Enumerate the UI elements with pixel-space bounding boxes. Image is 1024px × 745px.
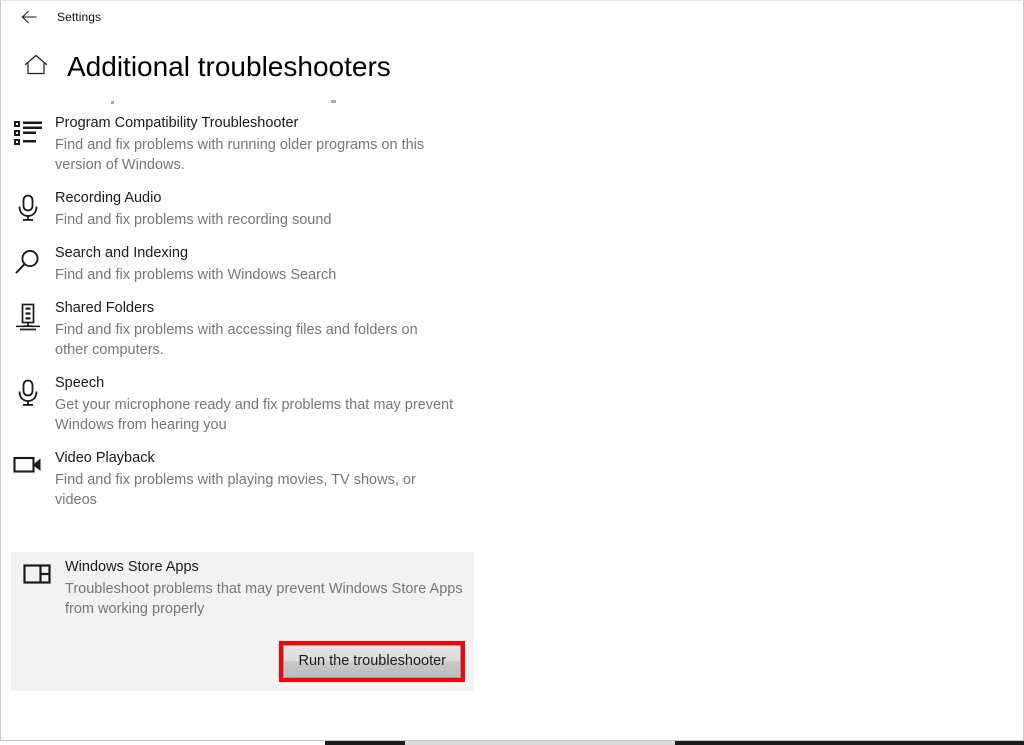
troubleshooter-description: Find and fix problems with running older… — [55, 137, 425, 173]
highlight-annotation-rectangle: Run the troubleshooter — [279, 641, 465, 682]
troubleshooter-text: Program Compatibility Troubleshooter Fin… — [45, 114, 454, 175]
troubleshooter-title: Shared Folders — [55, 300, 155, 316]
troubleshooter-list: Program Compatibility Troubleshooter Fin… — [1, 96, 521, 518]
troubleshooter-title: Recording Audio — [55, 190, 162, 206]
troubleshooter-item-search-indexing[interactable]: Search and Indexing Find and fix problem… — [1, 238, 464, 293]
troubleshooter-text: Shared Folders Find and fix problems wit… — [45, 299, 454, 360]
troubleshooter-title: Speech — [55, 375, 105, 391]
video-camera-icon — [11, 449, 45, 477]
page-header: Additional troubleshooters — [1, 49, 391, 85]
store-apps-icon — [21, 558, 55, 586]
back-button[interactable] — [7, 2, 51, 32]
troubleshooter-description: Find and fix problems with accessing fil… — [55, 322, 418, 358]
troubleshooter-title: Program Compatibility Troubleshooter — [55, 115, 299, 131]
server-icon — [11, 299, 45, 333]
clipped-text — [11, 96, 451, 108]
troubleshooter-title: Search and Indexing — [55, 245, 189, 261]
troubleshooter-item-recording-audio[interactable]: Recording Audio Find and fix problems wi… — [1, 183, 464, 238]
selected-item-row[interactable]: Windows Store Apps Troubleshoot problems… — [11, 552, 474, 623]
troubleshooter-description: Find and fix problems with Windows Searc… — [55, 267, 337, 283]
window-title: Settings — [57, 10, 102, 24]
back-arrow-icon — [19, 7, 39, 27]
troubleshooter-item-program-compatibility[interactable]: Program Compatibility Troubleshooter Fin… — [1, 108, 464, 183]
troubleshooter-description: Find and fix problems with playing movie… — [55, 472, 416, 508]
taskbar-right-area — [805, 741, 1024, 745]
troubleshooter-text: Search and Indexing Find and fix problem… — [45, 244, 336, 285]
troubleshooter-text: Recording Audio Find and fix problems wi… — [45, 189, 331, 230]
microphone-icon — [11, 189, 45, 223]
taskbar-center-area — [405, 741, 675, 745]
troubleshooter-description: Troubleshoot problems that may prevent W… — [65, 581, 463, 617]
troubleshooter-text: Video Playback Find and fix problems wit… — [45, 449, 454, 510]
taskbar-left-area — [0, 741, 325, 745]
troubleshooter-title: Windows Store Apps — [65, 559, 199, 575]
troubleshooter-item-speech[interactable]: Speech Get your microphone ready and fix… — [1, 368, 464, 443]
troubleshooter-description: Get your microphone ready and fix proble… — [55, 397, 454, 433]
home-button[interactable] — [15, 53, 57, 82]
troubleshooter-item-video-playback[interactable]: Video Playback Find and fix problems wit… — [1, 443, 464, 518]
list-icon — [11, 114, 45, 146]
settings-window: Settings Additional troubleshooters Prog… — [0, 0, 1024, 741]
title-bar: Settings — [1, 1, 1023, 33]
action-row: Run the troubleshooter — [11, 641, 474, 682]
troubleshooter-item-windows-store-apps[interactable]: Windows Store Apps Troubleshoot problems… — [11, 552, 474, 691]
troubleshooter-item-shared-folders[interactable]: Shared Folders Find and fix problems wit… — [1, 293, 464, 368]
home-icon — [23, 53, 49, 82]
troubleshooter-text: Speech Get your microphone ready and fix… — [45, 374, 454, 435]
troubleshooter-description: Find and fix problems with recording sou… — [55, 212, 332, 228]
troubleshooter-title: Video Playback — [55, 450, 155, 466]
troubleshooter-text: Windows Store Apps Troubleshoot problems… — [55, 558, 464, 619]
run-the-troubleshooter-button[interactable]: Run the troubleshooter — [283, 645, 461, 678]
taskbar-sliver — [0, 741, 1024, 745]
clipped-previous-item — [1, 96, 521, 108]
page-title: Additional troubleshooters — [67, 51, 391, 82]
search-icon — [11, 244, 45, 276]
microphone-icon — [11, 374, 45, 408]
